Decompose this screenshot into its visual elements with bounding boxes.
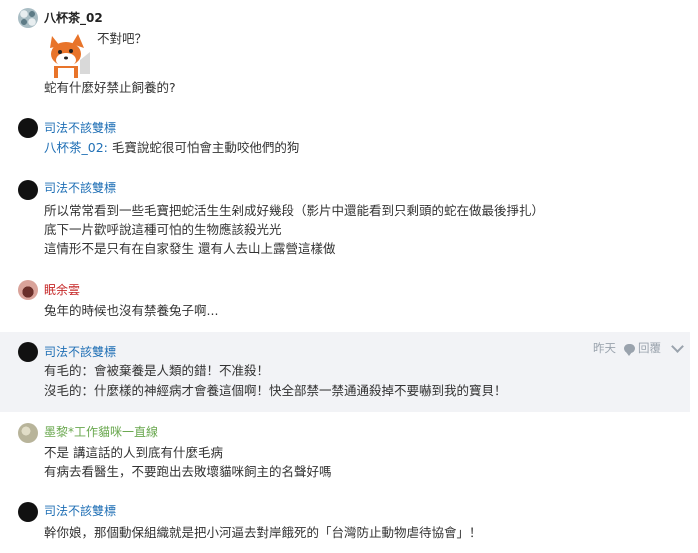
chevron-down-icon[interactable] <box>671 339 684 353</box>
comment-text: 兔年的時候也沒有禁養兔子啊... <box>44 303 219 318</box>
comment-text: 這情形不是只有在自家發生 還有人去山上露營這樣做 <box>44 241 336 256</box>
comment-item: 墨黎*工作貓咪一直線 不是 講這話的人到底有什麼毛病 有病去看醫生，不要跑出去敗… <box>0 420 690 490</box>
comment-author[interactable]: 墨黎*工作貓咪一直線 <box>44 424 158 440</box>
reply-icon <box>624 343 635 356</box>
comment-item: 司法不該雙標 所以常常看到一些毛寶把蛇活生生剁成好幾段（影片中還能看到只剩頭的蛇… <box>0 172 690 268</box>
comment-text: 所以常常看到一些毛寶把蛇活生生剁成好幾段（影片中還能看到只剩頭的蛇在做最後掙扎） <box>44 203 545 218</box>
comment-item: 八杯茶_02 不對吧？ 蛇有什麼好禁止飼養的? <box>0 0 690 110</box>
comment-author[interactable]: 司法不該雙標 <box>44 503 116 519</box>
comment-text: 有病去看醫生，不要跑出去敗壞貓咪飼主的名聲好嗎 <box>44 464 332 479</box>
comment-author[interactable]: 八杯茶_02 <box>44 10 103 26</box>
avatar[interactable] <box>18 8 38 28</box>
avatar[interactable] <box>18 180 38 200</box>
comment-text: 蛇有什麼好禁止飼養的? <box>44 80 176 95</box>
avatar[interactable] <box>18 502 38 522</box>
comment-author[interactable]: 司法不該雙標 <box>44 120 116 136</box>
avatar[interactable] <box>18 280 38 300</box>
reply-mention-link[interactable]: 八杯茶_02: <box>44 140 108 155</box>
comment-item: 眠余雲 兔年的時候也沒有禁養兔子啊... <box>0 272 690 330</box>
comment-text: 底下一片歡呼說這種可怕的生物應該殺光光 <box>44 222 282 237</box>
comment-text: 有毛的：會被棄養是人類的錯！不准殺！ <box>44 363 270 378</box>
comment-item: 司法不該雙標 昨天 回覆 有毛的：會被棄養是人類的錯！不准殺！ 沒毛的：什麼樣的… <box>0 332 690 412</box>
comment-author[interactable]: 司法不該雙標 <box>44 180 116 196</box>
comment-meta: 昨天 回覆 <box>593 339 684 356</box>
comment-item: 司法不該雙標 幹你娘，那個動保組織就是把小河逼去對岸餓死的「台灣防止動物虐待協會… <box>0 496 690 553</box>
avatar[interactable] <box>18 423 38 443</box>
comment-author[interactable]: 眠余雲 <box>44 282 80 298</box>
comment-text: 幹你娘，那個動保組織就是把小河逼去對岸餓死的「台灣防止動物虐待協會」！ <box>44 525 482 540</box>
reply-label: 回覆 <box>638 341 661 355</box>
comment-text: 不是 講這話的人到底有什麼毛病 <box>44 445 223 460</box>
sticker-caption: 不對吧？ <box>97 31 148 46</box>
comment-author[interactable]: 司法不該雙標 <box>44 344 116 360</box>
fox-sticker-icon <box>44 30 92 78</box>
comment-text: 沒毛的：什麼樣的神經病才會養這個啊！快全部禁一禁通通殺掉不要嚇到我的寶貝！ <box>44 383 507 398</box>
avatar[interactable] <box>18 118 38 138</box>
comment-text: 八杯茶_02: 毛寶說蛇很可怕會主動咬他們的狗 <box>44 139 299 157</box>
avatar[interactable] <box>18 342 38 362</box>
comment-text-body: 毛寶說蛇很可怕會主動咬他們的狗 <box>111 140 300 155</box>
comment-time: 昨天 <box>593 341 616 355</box>
reply-button[interactable]: 回覆 <box>624 340 661 356</box>
comment-item: 司法不該雙標 八杯茶_02: 毛寶說蛇很可怕會主動咬他們的狗 <box>0 110 690 168</box>
